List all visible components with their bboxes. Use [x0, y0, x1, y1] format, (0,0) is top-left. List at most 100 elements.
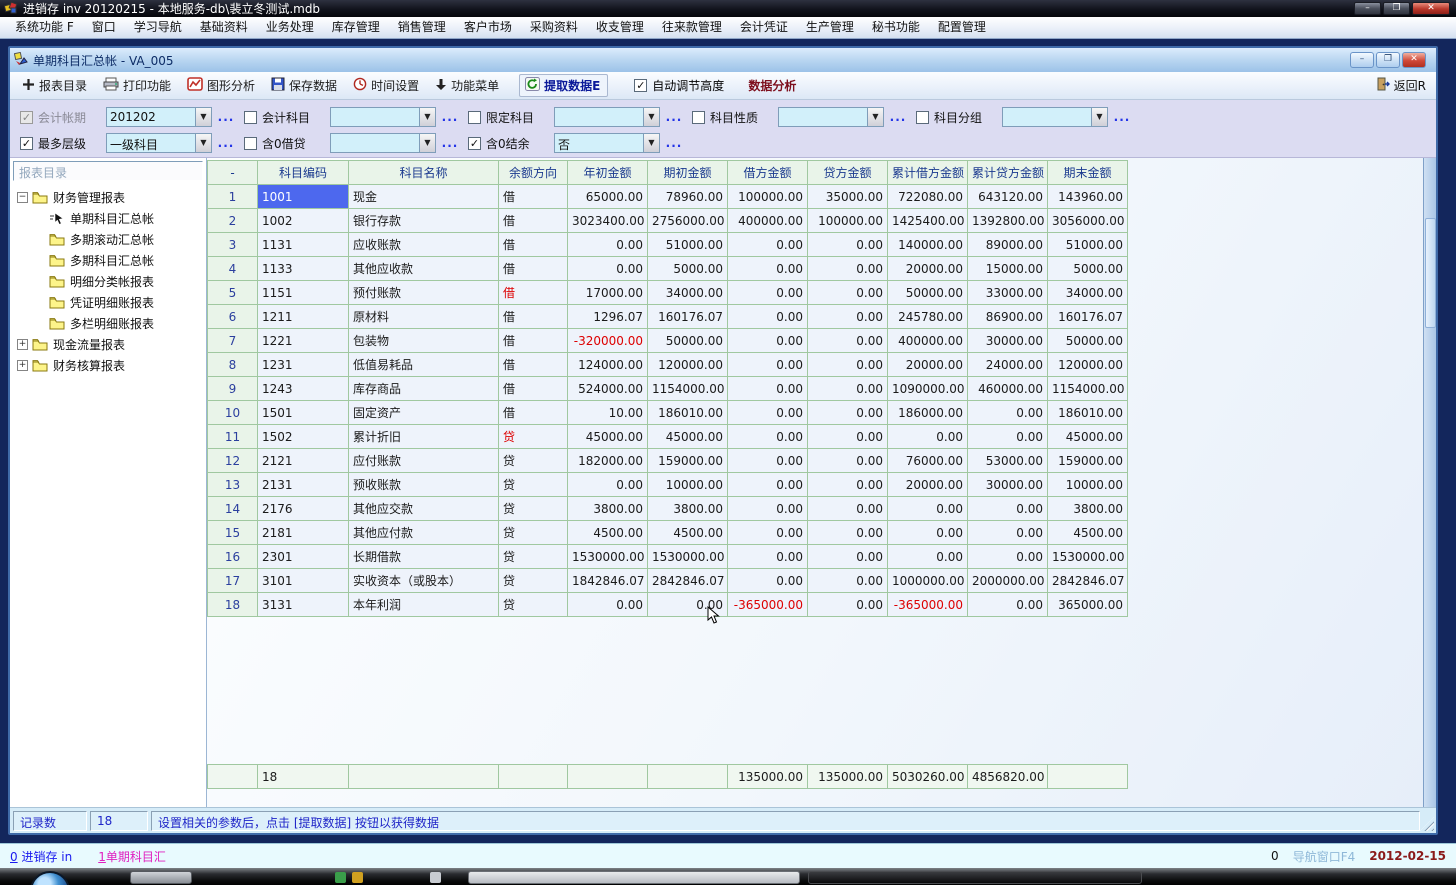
cell-amount[interactable]: 0.00: [968, 401, 1048, 425]
row-number[interactable]: 4: [208, 257, 258, 281]
cell-amount[interactable]: -365000.00: [888, 593, 968, 617]
cell-amount[interactable]: 30000.00: [968, 329, 1048, 353]
cell-amount[interactable]: 1842846.07: [568, 569, 648, 593]
cell-amount[interactable]: 53000.00: [968, 449, 1048, 473]
child-restore-button[interactable]: ❐: [1376, 52, 1400, 68]
include-zero-balance-checkbox[interactable]: [468, 137, 481, 150]
report-directory-button[interactable]: 报表目录: [16, 74, 95, 97]
cell-amount[interactable]: 100000.00: [808, 209, 888, 233]
include-zero-debit-credit-checkbox[interactable]: [244, 137, 257, 150]
tree-item-1[interactable]: −财务管理报表: [13, 187, 203, 208]
cell-amount[interactable]: 24000.00: [968, 353, 1048, 377]
cell-amount[interactable]: 1425400.00: [888, 209, 968, 233]
expand-icon[interactable]: +: [17, 339, 28, 350]
cell-code[interactable]: 1231: [258, 353, 349, 377]
cell-amount[interactable]: 2842846.07: [648, 569, 728, 593]
cell-amount[interactable]: 4500.00: [1048, 521, 1128, 545]
window-tab-report[interactable]: 1单期科目汇: [98, 848, 166, 865]
cell-amount[interactable]: 0.00: [808, 401, 888, 425]
cell-amount[interactable]: 1000000.00: [888, 569, 968, 593]
cell-amount[interactable]: 0.00: [728, 305, 808, 329]
cell-amount[interactable]: 10000.00: [648, 473, 728, 497]
cell-direction[interactable]: 借: [499, 257, 568, 281]
cell-amount[interactable]: 1392800.00: [968, 209, 1048, 233]
cell-amount[interactable]: 4500.00: [648, 521, 728, 545]
cell-amount[interactable]: 0.00: [568, 593, 648, 617]
chevron-down-icon[interactable]: ▼: [195, 108, 211, 126]
cell-code[interactable]: 2181: [258, 521, 349, 545]
tree-item-9[interactable]: +财务核算报表: [13, 355, 203, 376]
menu-item-12[interactable]: 会计凭证: [731, 17, 797, 38]
cell-amount[interactable]: 3023400.00: [568, 209, 648, 233]
cell-code[interactable]: 1211: [258, 305, 349, 329]
cell-direction[interactable]: 借: [499, 377, 568, 401]
cell-amount[interactable]: 400000.00: [728, 209, 808, 233]
cell-amount[interactable]: 45000.00: [648, 425, 728, 449]
cell-direction[interactable]: 借: [499, 401, 568, 425]
row-number[interactable]: 5: [208, 281, 258, 305]
cell-amount[interactable]: 0.00: [888, 425, 968, 449]
cell-amount[interactable]: 0.00: [728, 545, 808, 569]
menu-item-14[interactable]: 秘书功能: [863, 17, 929, 38]
menu-item-15[interactable]: 配置管理: [929, 17, 995, 38]
vertical-scrollbar[interactable]: [1423, 158, 1436, 807]
limit-subject-combobox[interactable]: ▼: [554, 107, 660, 127]
cell-amount[interactable]: 0.00: [808, 449, 888, 473]
cell-amount[interactable]: 0.00: [888, 545, 968, 569]
cell-amount[interactable]: 0.00: [808, 281, 888, 305]
cell-amount[interactable]: 0.00: [808, 521, 888, 545]
cell-amount[interactable]: 120000.00: [1048, 353, 1128, 377]
row-number[interactable]: 18: [208, 593, 258, 617]
cell-code[interactable]: 2301: [258, 545, 349, 569]
subject-group-combobox[interactable]: ▼: [1002, 107, 1108, 127]
cell-name[interactable]: 库存商品: [349, 377, 499, 401]
cell-direction[interactable]: 贷: [499, 449, 568, 473]
cell-amount[interactable]: 1154000.00: [648, 377, 728, 401]
time-setting-button[interactable]: 时间设置: [347, 74, 427, 97]
cell-amount[interactable]: 124000.00: [568, 353, 648, 377]
auto-height-toggle[interactable]: 自动调节高度: [634, 77, 724, 94]
cell-amount[interactable]: 0.00: [808, 305, 888, 329]
cell-amount[interactable]: 0.00: [968, 425, 1048, 449]
cell-name[interactable]: 预付账款: [349, 281, 499, 305]
cell-name[interactable]: 其他应付款: [349, 521, 499, 545]
cell-amount[interactable]: 33000.00: [968, 281, 1048, 305]
row-number[interactable]: 9: [208, 377, 258, 401]
child-minimize-button[interactable]: –: [1350, 52, 1374, 68]
cell-amount[interactable]: 20000.00: [888, 353, 968, 377]
cell-amount[interactable]: 160176.07: [1048, 305, 1128, 329]
menu-item-11[interactable]: 往来款管理: [653, 17, 731, 38]
resize-grip[interactable]: [1420, 817, 1434, 831]
row-number[interactable]: 12: [208, 449, 258, 473]
subject-nature-more-button[interactable]: ...: [884, 110, 912, 124]
cell-name[interactable]: 应收账款: [349, 233, 499, 257]
cell-name[interactable]: 银行存款: [349, 209, 499, 233]
cell-name[interactable]: 其他应交款: [349, 497, 499, 521]
accounting-period-combobox[interactable]: 201202▼: [106, 107, 212, 127]
cell-direction[interactable]: 贷: [499, 497, 568, 521]
save-data-button[interactable]: 保存数据: [265, 74, 345, 97]
menu-item-4[interactable]: 基础资料: [191, 17, 257, 38]
tree-item-5[interactable]: 明细分类帐报表: [13, 271, 203, 292]
cell-amount[interactable]: 86900.00: [968, 305, 1048, 329]
cell-amount[interactable]: 0.00: [728, 521, 808, 545]
close-button[interactable]: ✕: [1412, 2, 1450, 15]
cell-amount[interactable]: 35000.00: [808, 185, 888, 209]
chevron-down-icon[interactable]: ▼: [643, 134, 659, 152]
cell-name[interactable]: 应付账款: [349, 449, 499, 473]
tree-item-7[interactable]: 多栏明细账报表: [13, 313, 203, 334]
cell-amount[interactable]: 2000000.00: [968, 569, 1048, 593]
cell-amount[interactable]: 0.00: [728, 449, 808, 473]
cell-direction[interactable]: 贷: [499, 521, 568, 545]
return-button[interactable]: 返回R: [1376, 77, 1436, 94]
include-zero-balance-combobox[interactable]: 否▼: [554, 133, 660, 153]
cell-amount[interactable]: 0.00: [808, 353, 888, 377]
row-number[interactable]: 2: [208, 209, 258, 233]
cell-amount[interactable]: 0.00: [808, 545, 888, 569]
cell-amount[interactable]: 3056000.00: [1048, 209, 1128, 233]
cell-direction[interactable]: 贷: [499, 425, 568, 449]
cell-amount[interactable]: 0.00: [728, 233, 808, 257]
cell-amount[interactable]: 65000.00: [568, 185, 648, 209]
cell-name[interactable]: 其他应收款: [349, 257, 499, 281]
cell-amount[interactable]: 3800.00: [1048, 497, 1128, 521]
